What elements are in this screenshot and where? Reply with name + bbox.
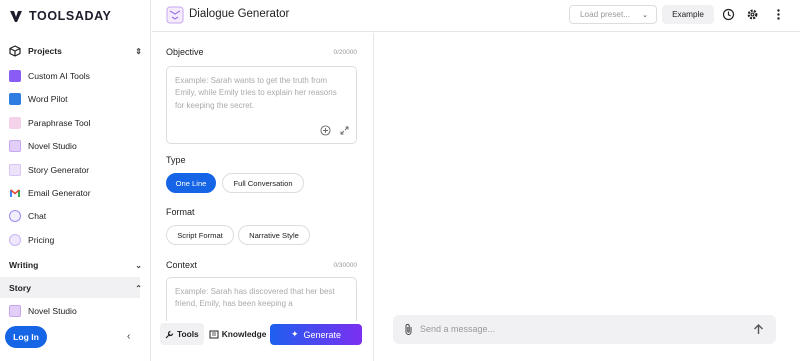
- sidebar-item-label: Novel Studio: [28, 141, 77, 151]
- context-char-count: 0/30000: [333, 262, 358, 269]
- cube-icon: [9, 45, 21, 57]
- sidebar-item-label: Chat: [28, 211, 47, 221]
- sidebar-item-paraphrase-tool[interactable]: Paraphrase Tool: [9, 112, 142, 134]
- sidebar-item-label: Email Generator: [28, 188, 91, 198]
- chevron-up-icon: ⌃: [135, 283, 142, 293]
- wrench-icon: [165, 330, 174, 338]
- feather-icon: [9, 117, 21, 129]
- story-section-toggle[interactable]: Story ⌃: [9, 277, 142, 299]
- login-button[interactable]: Log In: [5, 326, 47, 348]
- format-option-narrative[interactable]: Narrative Style: [238, 225, 310, 245]
- knowledge-label: Knowledge: [221, 329, 267, 339]
- sidebar-item-label: Story Generator: [28, 165, 90, 175]
- generate-button[interactable]: ✦ Generate: [270, 324, 362, 345]
- sidebar-item-novel-studio-story[interactable]: Novel Studio: [9, 300, 142, 322]
- tools-label: Tools: [177, 329, 199, 339]
- collapse-sidebar-icon[interactable]: ‹: [127, 331, 130, 342]
- sidebar-item-label: Novel Studio: [28, 306, 77, 316]
- chat-bubble-icon: [9, 210, 21, 222]
- knowledge-button[interactable]: Knowledge: [204, 323, 272, 345]
- top-header: Dialogue Generator Load preset... ⌄ Exam…: [152, 0, 800, 32]
- sidebar-item-story-generator[interactable]: Story Generator: [9, 159, 142, 181]
- more-vertical-icon[interactable]: [772, 8, 785, 21]
- sidebar-item-chat[interactable]: Chat: [9, 205, 142, 227]
- updown-chevron-icon: ⇕: [135, 46, 142, 56]
- sidebar-item-label: Paraphrase Tool: [28, 118, 91, 128]
- paperclip-icon[interactable]: [403, 323, 414, 336]
- format-label: Format: [166, 207, 195, 217]
- type-label: Type: [166, 155, 186, 165]
- load-preset-select[interactable]: Load preset... ⌄: [569, 5, 657, 24]
- layers-icon: [9, 70, 21, 82]
- writing-section-toggle[interactable]: Writing ⌄: [9, 254, 142, 276]
- sidebar-item-pricing[interactable]: Pricing: [9, 229, 142, 251]
- brand-name: TOOLSADAY: [29, 9, 112, 23]
- novel-icon: [9, 305, 21, 317]
- objective-label: Objective: [166, 47, 204, 57]
- projects-label: Projects: [28, 46, 62, 56]
- history-icon[interactable]: [722, 8, 735, 21]
- gmail-icon: [10, 189, 20, 197]
- context-label: Context: [166, 260, 198, 270]
- objective-placeholder: Example: Sarah wants to get the truth fr…: [175, 76, 337, 110]
- chat-input-bar[interactable]: Send a message...: [393, 315, 776, 344]
- app-root: TOOLSADAY Projects ⇕ Custom AI Tools Wor…: [0, 0, 800, 361]
- book-icon: [9, 93, 21, 105]
- tools-button[interactable]: Tools: [160, 323, 204, 345]
- sparkle-icon: ✦: [290, 329, 299, 339]
- generator-form: Objective 0/20000 Example: Sarah wants t…: [152, 33, 374, 361]
- example-button[interactable]: Example: [662, 5, 714, 24]
- gear-icon[interactable]: [746, 8, 759, 21]
- context-textarea[interactable]: Example: Sarah has discovered that her b…: [166, 277, 357, 321]
- sidebar-item-word-pilot[interactable]: Word Pilot: [9, 88, 142, 110]
- format-option-script[interactable]: Script Format: [166, 225, 234, 245]
- type-option-full-conversation[interactable]: Full Conversation: [222, 173, 304, 193]
- sidebar-item-label: Word Pilot: [28, 94, 68, 104]
- brand-logo[interactable]: TOOLSADAY: [9, 9, 112, 23]
- story-icon: [9, 164, 21, 176]
- sidebar-item-novel-studio[interactable]: Novel Studio: [9, 135, 142, 157]
- dialogue-tool-icon: [166, 6, 184, 24]
- sidebar: TOOLSADAY Projects ⇕ Custom AI Tools Wor…: [0, 0, 151, 361]
- add-circle-icon[interactable]: [320, 125, 331, 136]
- sidebar-item-label: Pricing: [28, 235, 55, 245]
- chevron-down-icon: ⌄: [642, 11, 648, 19]
- story-label: Story: [9, 283, 31, 293]
- chevron-down-icon: ⌄: [135, 260, 142, 270]
- projects-dropdown[interactable]: Projects ⇕: [9, 40, 142, 62]
- logo-mark-icon: [10, 11, 22, 22]
- novel-icon: [9, 140, 21, 152]
- expand-icon[interactable]: [339, 125, 350, 136]
- writing-label: Writing: [9, 260, 39, 270]
- chat-placeholder: Send a message...: [420, 324, 496, 334]
- objective-char-count: 0/20000: [333, 49, 358, 56]
- pricing-icon: [9, 234, 21, 246]
- load-preset-label: Load preset...: [580, 10, 631, 19]
- context-placeholder: Example: Sarah has discovered that her b…: [175, 287, 335, 309]
- page-title: Dialogue Generator: [189, 8, 290, 20]
- knowledge-book-icon: [209, 330, 219, 338]
- send-arrow-icon[interactable]: [751, 322, 766, 337]
- sidebar-item-custom-ai-tools[interactable]: Custom AI Tools: [9, 65, 142, 87]
- sidebar-item-email-generator[interactable]: Email Generator: [9, 182, 142, 204]
- generate-label: Generate: [303, 329, 342, 340]
- sidebar-item-label: Custom AI Tools: [28, 71, 90, 81]
- type-option-one-line[interactable]: One Line: [166, 173, 216, 193]
